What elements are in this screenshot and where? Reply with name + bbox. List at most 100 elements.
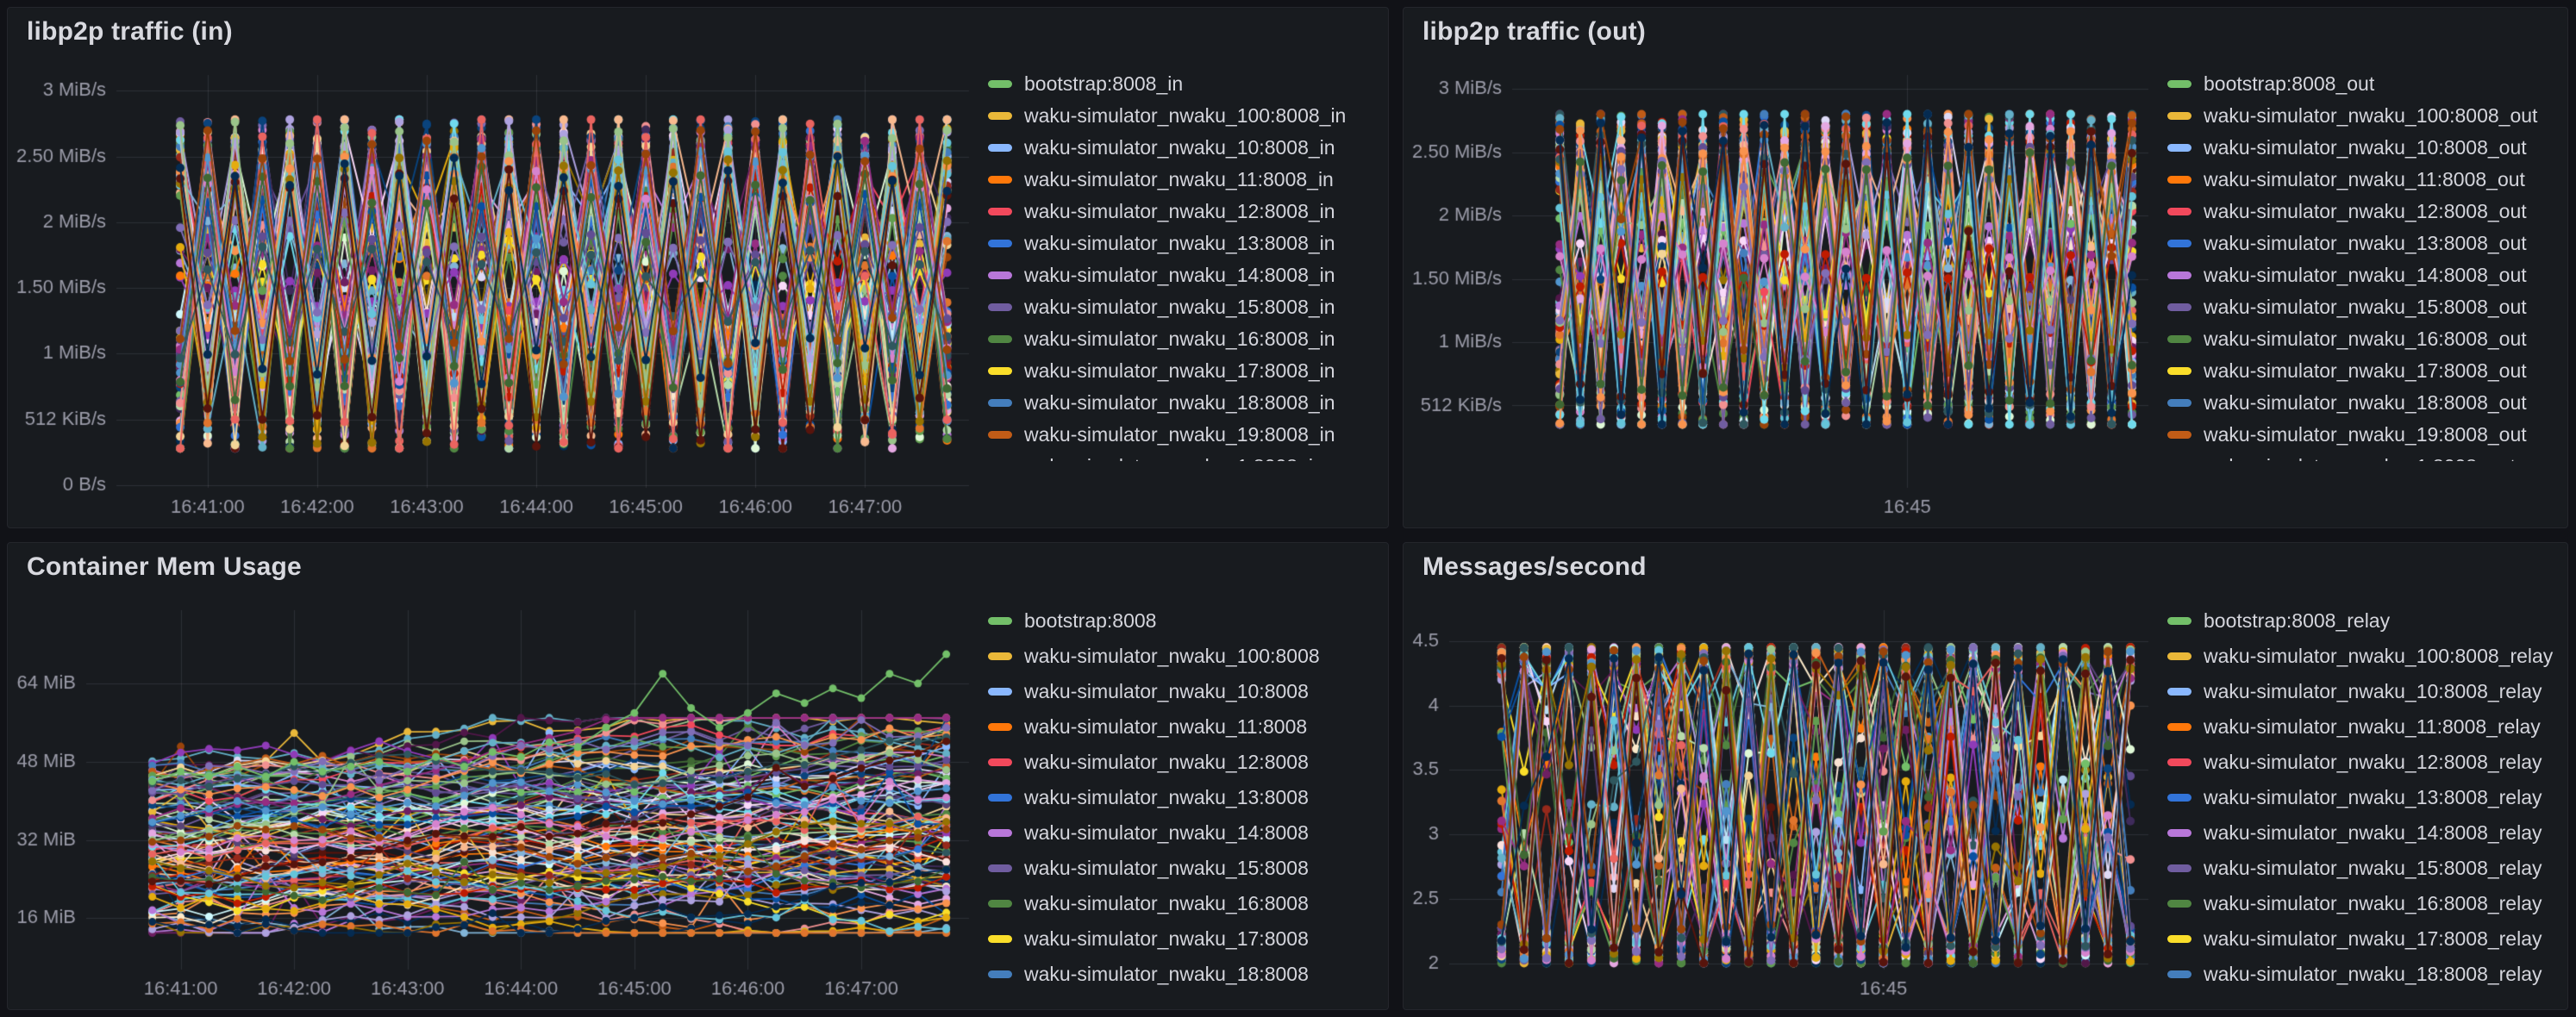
series-color-swatch — [2167, 935, 2191, 943]
legend-item[interactable]: waku-simulator_nwaku_17:8008_out — [2167, 355, 2562, 387]
series-label: waku-simulator_nwaku_17:8008_in — [1024, 359, 1335, 383]
legend-item[interactable]: waku-simulator_nwaku_1:8008_in — [988, 451, 1383, 461]
series-color-swatch — [2167, 723, 2191, 731]
series-label: waku-simulator_nwaku_13:8008 — [1024, 786, 1309, 809]
series-color-swatch — [988, 431, 1012, 439]
legend-item[interactable]: waku-simulator_nwaku_13:8008_in — [988, 228, 1383, 259]
messages-per-second-chart-canvas[interactable] — [1404, 591, 2159, 1009]
series-color-swatch — [2167, 335, 2191, 343]
legend-item[interactable]: waku-simulator_nwaku_13:8008 — [988, 780, 1383, 815]
legend-mem-usage: bootstrap:8008 waku-simulator_nwaku_100:8… — [979, 591, 1388, 1009]
legend-item[interactable]: waku-simulator_nwaku_11:8008_in — [988, 164, 1383, 196]
legend-item[interactable]: waku-simulator_nwaku_17:8008_in — [988, 355, 1383, 387]
panel-libp2p-traffic-in: libp2p traffic (in) bootstrap:8008_inwak… — [7, 7, 1389, 528]
series-color-swatch — [988, 80, 1012, 88]
series-label: waku-simulator_nwaku_1:8008_out — [2204, 455, 2516, 461]
series-label: waku-simulator_nwaku_13:8008_relay — [2204, 786, 2542, 809]
series-color-swatch — [2167, 652, 2191, 660]
legend-item[interactable]: waku-simulator_nwaku_18:8008 — [988, 957, 1383, 992]
panel-header[interactable]: Messages/second — [1404, 543, 2567, 591]
legend-item[interactable]: waku-simulator_nwaku_10:8008_relay — [2167, 674, 2562, 709]
chart-area[interactable] — [8, 56, 979, 527]
chart-area[interactable] — [1404, 591, 2159, 1009]
legend-item[interactable]: waku-simulator_nwaku_16:8008_out — [2167, 323, 2562, 355]
series-color-swatch — [2167, 688, 2191, 696]
legend-item[interactable]: bootstrap:8008_out — [2167, 68, 2562, 100]
panel-title[interactable]: Container Mem Usage — [27, 552, 302, 582]
series-color-swatch — [2167, 367, 2191, 375]
series-label: waku-simulator_nwaku_15:8008_relay — [2204, 857, 2542, 880]
legend-item[interactable]: waku-simulator_nwaku_12:8008_relay — [2167, 745, 2562, 780]
legend-item[interactable]: waku-simulator_nwaku_100:8008_relay — [2167, 639, 2562, 674]
legend-item[interactable]: waku-simulator_nwaku_11:8008_out — [2167, 164, 2562, 196]
legend-item[interactable]: waku-simulator_nwaku_10:8008_in — [988, 132, 1383, 164]
legend-item[interactable]: waku-simulator_nwaku_18:8008_in — [988, 387, 1383, 419]
legend-item[interactable]: waku-simulator_nwaku_15:8008_out — [2167, 291, 2562, 323]
legend-item[interactable]: waku-simulator_nwaku_10:8008 — [988, 674, 1383, 709]
chart-area[interactable] — [1404, 56, 2159, 527]
legend-item[interactable]: waku-simulator_nwaku_100:8008_out — [2167, 100, 2562, 132]
libp2p-traffic-in-chart-canvas[interactable] — [8, 56, 979, 527]
series-color-swatch — [988, 176, 1012, 184]
legend-item[interactable]: waku-simulator_nwaku_19:8008_in — [988, 419, 1383, 451]
series-color-swatch — [988, 970, 1012, 978]
legend-item[interactable]: waku-simulator_nwaku_17:8008_relay — [2167, 921, 2562, 957]
panel-header[interactable]: libp2p traffic (in) — [8, 8, 1388, 56]
legend-item[interactable]: bootstrap:8008_in — [988, 68, 1383, 100]
panel-title[interactable]: libp2p traffic (in) — [27, 17, 233, 47]
series-label: waku-simulator_nwaku_14:8008_in — [1024, 264, 1335, 287]
panel-header[interactable]: libp2p traffic (out) — [1404, 8, 2567, 56]
series-color-swatch — [988, 303, 1012, 311]
container-mem-usage-chart-canvas[interactable] — [8, 591, 979, 1009]
legend-item[interactable]: waku-simulator_nwaku_1:8008_out — [2167, 451, 2562, 461]
legend-item[interactable]: waku-simulator_nwaku_13:8008_out — [2167, 228, 2562, 259]
legend-item[interactable]: waku-simulator_nwaku_16:8008_in — [988, 323, 1383, 355]
legend-item[interactable]: waku-simulator_nwaku_14:8008_out — [2167, 259, 2562, 291]
series-color-swatch — [988, 399, 1012, 407]
series-color-swatch — [2167, 617, 2191, 625]
legend-item[interactable]: waku-simulator_nwaku_10:8008_out — [2167, 132, 2562, 164]
legend-item[interactable]: bootstrap:8008 — [988, 603, 1383, 639]
series-color-swatch — [2167, 303, 2191, 311]
legend-item[interactable]: waku-simulator_nwaku_19:8008_out — [2167, 419, 2562, 451]
legend-item[interactable]: waku-simulator_nwaku_11:8008_relay — [2167, 709, 2562, 745]
legend-item[interactable]: waku-simulator_nwaku_15:8008 — [988, 851, 1383, 886]
series-label: waku-simulator_nwaku_10:8008 — [1024, 680, 1309, 703]
legend-item[interactable]: waku-simulator_nwaku_12:8008_out — [2167, 196, 2562, 228]
legend-item[interactable]: waku-simulator_nwaku_16:8008_relay — [2167, 886, 2562, 921]
legend-item[interactable]: waku-simulator_nwaku_15:8008_relay — [2167, 851, 2562, 886]
series-label: waku-simulator_nwaku_14:8008_out — [2204, 264, 2527, 287]
series-label: waku-simulator_nwaku_16:8008 — [1024, 892, 1309, 915]
series-color-swatch — [988, 864, 1012, 872]
panel-title[interactable]: Messages/second — [1422, 552, 1647, 582]
legend-item[interactable]: waku-simulator_nwaku_100:8008 — [988, 639, 1383, 674]
legend-item[interactable]: waku-simulator_nwaku_12:8008_in — [988, 196, 1383, 228]
series-color-swatch — [2167, 271, 2191, 279]
series-color-swatch — [2167, 758, 2191, 766]
legend-item[interactable]: waku-simulator_nwaku_11:8008 — [988, 709, 1383, 745]
panel-header[interactable]: Container Mem Usage — [8, 543, 1388, 591]
series-label: waku-simulator_nwaku_12:8008 — [1024, 751, 1309, 774]
legend-item[interactable]: waku-simulator_nwaku_14:8008_relay — [2167, 815, 2562, 851]
legend-messages: bootstrap:8008_relaywaku-simulator_nwaku… — [2159, 591, 2567, 1009]
legend-item[interactable]: waku-simulator_nwaku_16:8008 — [988, 886, 1383, 921]
legend-item[interactable]: waku-simulator_nwaku_15:8008_in — [988, 291, 1383, 323]
legend-item[interactable]: waku-simulator_nwaku_18:8008_relay — [2167, 957, 2562, 992]
legend-item[interactable]: waku-simulator_nwaku_12:8008 — [988, 745, 1383, 780]
series-color-swatch — [2167, 80, 2191, 88]
legend-libp2p-in: bootstrap:8008_inwaku-simulator_nwaku_10… — [979, 56, 1388, 461]
panel-title[interactable]: libp2p traffic (out) — [1422, 17, 1646, 47]
chart-area[interactable] — [8, 591, 979, 1009]
legend-item[interactable]: waku-simulator_nwaku_14:8008_in — [988, 259, 1383, 291]
legend-item[interactable]: waku-simulator_nwaku_13:8008_relay — [2167, 780, 2562, 815]
series-color-swatch — [2167, 112, 2191, 120]
legend-item[interactable]: waku-simulator_nwaku_100:8008_in — [988, 100, 1383, 132]
legend-item[interactable]: bootstrap:8008_relay — [2167, 603, 2562, 639]
series-label: waku-simulator_nwaku_100:8008 — [1024, 645, 1320, 668]
legend-item[interactable]: waku-simulator_nwaku_18:8008_out — [2167, 387, 2562, 419]
series-color-swatch — [988, 652, 1012, 660]
libp2p-traffic-out-chart-canvas[interactable] — [1404, 56, 2159, 527]
legend-item[interactable]: waku-simulator_nwaku_14:8008 — [988, 815, 1383, 851]
series-label: waku-simulator_nwaku_10:8008_in — [1024, 136, 1335, 159]
legend-item[interactable]: waku-simulator_nwaku_17:8008 — [988, 921, 1383, 957]
